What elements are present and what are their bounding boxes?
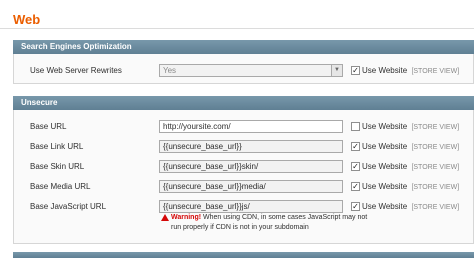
base-link-url-use-website-checkbox[interactable]: ✓ <box>351 142 360 151</box>
store-view-scope: [STORE VIEW] <box>411 184 460 191</box>
store-view-scope: [STORE VIEW] <box>411 144 460 151</box>
next-section-header[interactable] <box>13 252 474 258</box>
search-engines-header[interactable]: Search Engines Optimization <box>13 40 474 54</box>
base-url-use-website-label: Use Website [STORE VIEW] <box>362 122 460 131</box>
unsecure-header[interactable]: Unsecure <box>13 96 474 110</box>
base-skin-url-use-website-checkbox[interactable]: ✓ <box>351 162 360 171</box>
page-title: Web <box>13 12 41 27</box>
web-server-rewrites-label: Use Web Server Rewrites <box>30 66 122 75</box>
base-skin-url-label: Base Skin URL <box>30 162 85 171</box>
warning-text: When using CDN, in some cases JavaScript… <box>171 214 368 231</box>
base-javascript-url-use-website-label: Use Website [STORE VIEW] <box>362 202 460 211</box>
base-javascript-url-label: Base JavaScript URL <box>30 202 107 211</box>
store-view-scope: [STORE VIEW] <box>411 68 460 75</box>
web-server-rewrites-select[interactable]: Yes ▼ <box>159 64 343 77</box>
rewrites-use-website-checkbox[interactable]: ✓ <box>351 66 360 75</box>
rewrites-use-website-label: Use Website [STORE VIEW] <box>362 66 460 75</box>
title-divider <box>0 28 474 29</box>
base-skin-url-input[interactable] <box>159 160 343 173</box>
base-link-url-use-website-label: Use Website [STORE VIEW] <box>362 142 460 151</box>
store-view-scope: [STORE VIEW] <box>411 164 460 171</box>
base-media-url-use-website-checkbox[interactable]: ✓ <box>351 182 360 191</box>
base-link-url-label: Base Link URL <box>30 142 84 151</box>
base-skin-url-use-website-label: Use Website [STORE VIEW] <box>362 162 460 171</box>
base-javascript-url-input[interactable] <box>159 200 343 213</box>
base-link-url-input[interactable] <box>159 140 343 153</box>
web-server-rewrites-value: Yes <box>163 66 177 75</box>
base-javascript-url-use-website-checkbox[interactable]: ✓ <box>351 202 360 211</box>
warning-icon <box>161 214 169 221</box>
warning-strong: Warning! <box>171 214 202 221</box>
cdn-warning-note: Warning! When using CDN, in some cases J… <box>171 213 371 233</box>
store-view-scope: [STORE VIEW] <box>411 204 460 211</box>
base-url-use-website-checkbox[interactable] <box>351 122 360 131</box>
chevron-down-icon[interactable]: ▼ <box>331 65 342 76</box>
base-url-input[interactable] <box>159 120 343 133</box>
base-media-url-label: Base Media URL <box>30 182 91 191</box>
store-view-scope: [STORE VIEW] <box>411 124 460 131</box>
base-media-url-use-website-label: Use Website [STORE VIEW] <box>362 182 460 191</box>
base-media-url-input[interactable] <box>159 180 343 193</box>
base-url-label: Base URL <box>30 122 67 131</box>
